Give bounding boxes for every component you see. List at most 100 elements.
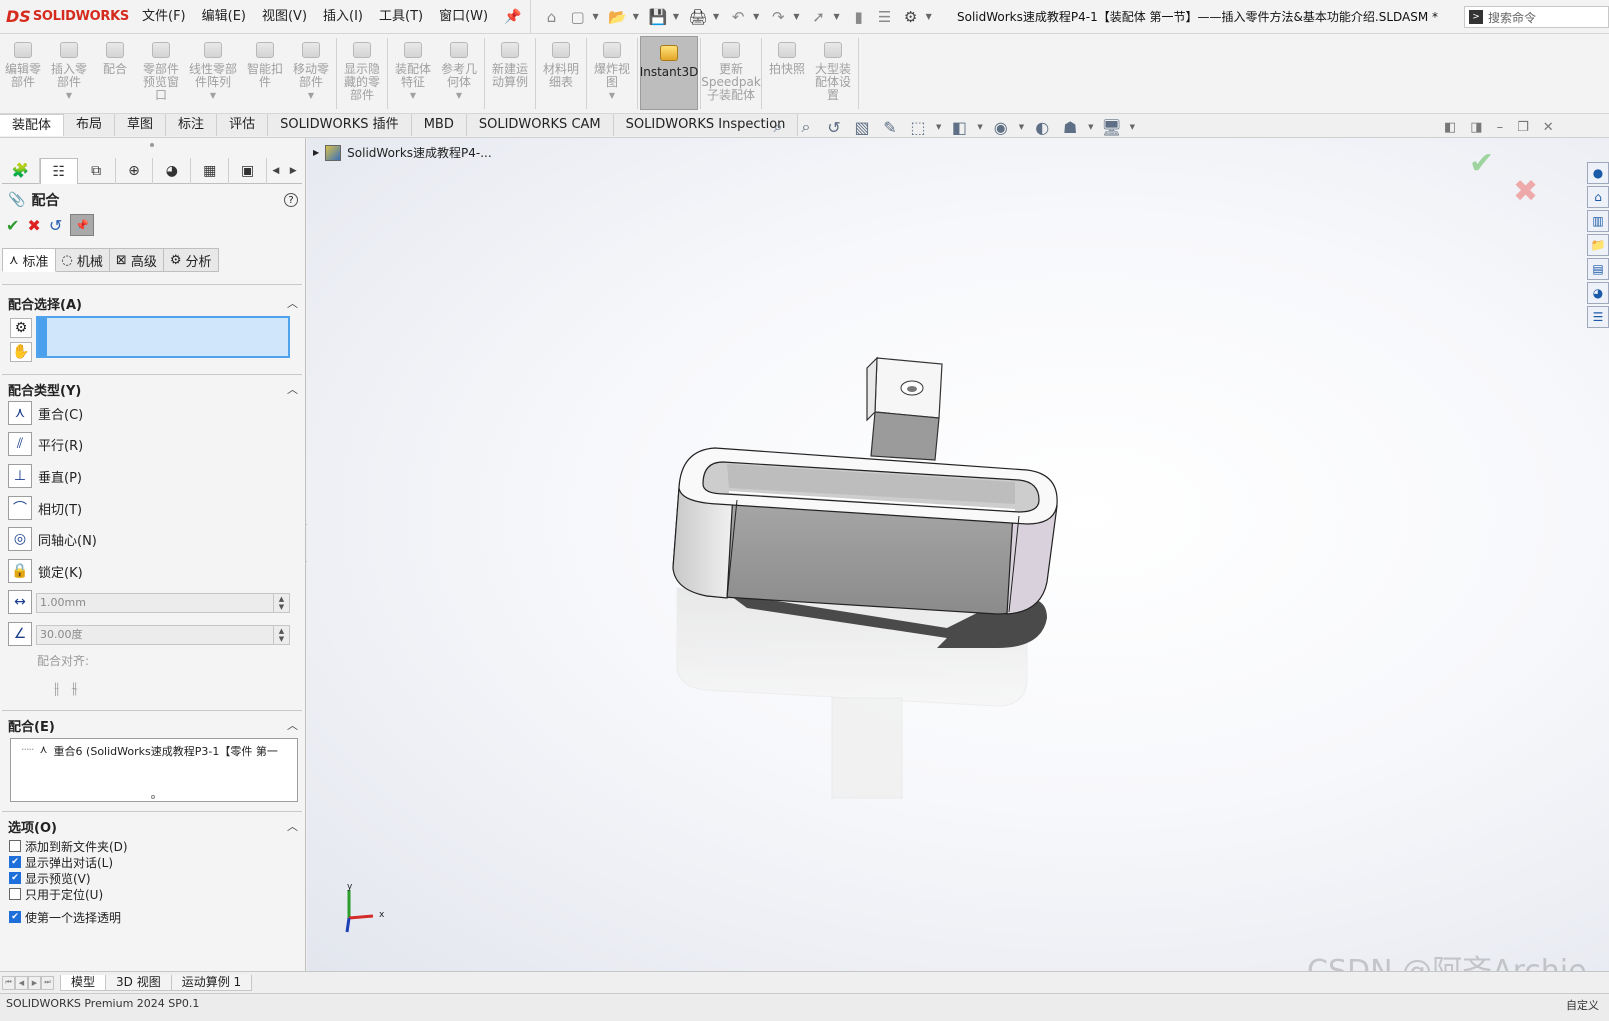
mate-parallel[interactable]: ⫽ 平行(R): [8, 431, 83, 457]
dynamic-annotation-icon[interactable]: ✎: [880, 117, 900, 137]
tab-evaluate[interactable]: 评估: [217, 114, 269, 136]
file-explorer-icon[interactable]: 📁: [1587, 234, 1609, 256]
help-icon[interactable]: ?: [284, 193, 298, 207]
dropdown-icon[interactable]: ▼: [210, 89, 216, 102]
dropdown-icon[interactable]: ▼: [936, 123, 941, 131]
ok-check-icon[interactable]: ✔: [6, 216, 19, 235]
insert-component-button[interactable]: 插入零部件 ▼: [46, 34, 92, 113]
tab-mbd[interactable]: MBD: [411, 114, 467, 136]
cam-operation-tab-icon[interactable]: ▣: [229, 158, 268, 184]
redo-icon[interactable]: ↷: [767, 6, 789, 28]
collapse-caret-icon[interactable]: ︿: [287, 381, 298, 397]
tab-layout[interactable]: 布局: [64, 114, 116, 136]
file-properties-icon[interactable]: ☰: [874, 6, 896, 28]
exploded-view-button[interactable]: 爆炸视图 ▼: [589, 34, 635, 113]
undo-dropdown-icon[interactable]: ▼: [753, 12, 759, 21]
select-icon[interactable]: ➚: [807, 6, 829, 28]
list-resize-grip[interactable]: [151, 795, 155, 799]
save-icon[interactable]: 💾: [647, 6, 669, 28]
restore-icon[interactable]: ❐: [1517, 120, 1529, 135]
tab-assembly[interactable]: 装配体: [0, 114, 65, 136]
property-manager-tab-icon[interactable]: ☷: [39, 158, 78, 184]
section-view-icon[interactable]: ▧: [852, 117, 872, 137]
view-palette-icon[interactable]: ▤: [1587, 258, 1609, 280]
linear-pattern-button[interactable]: 线性零部件阵列 ▼: [184, 34, 242, 113]
tab-addins[interactable]: SOLIDWORKS 插件: [268, 114, 412, 136]
mate-perpendicular[interactable]: ⊥ 垂直(P): [8, 463, 82, 489]
tile-right-icon[interactable]: ◨: [1470, 120, 1482, 135]
zoom-to-fit-icon[interactable]: ⌕: [768, 117, 788, 137]
solidworks-logo[interactable]: DS SOLIDWORKS: [0, 7, 134, 26]
home-icon[interactable]: ⌂: [541, 6, 563, 28]
design-library-icon[interactable]: ▥: [1587, 210, 1609, 232]
menu-view[interactable]: 视图(V): [254, 0, 315, 34]
close-icon[interactable]: ✕: [1543, 120, 1554, 135]
collapse-caret-icon[interactable]: ︿: [287, 717, 298, 733]
dropdown-icon[interactable]: ▼: [977, 123, 982, 131]
large-assembly-settings-button[interactable]: 大型装配体设置: [810, 34, 856, 113]
new-motion-study-button[interactable]: 新建运动算例: [487, 34, 533, 113]
angle-field[interactable]: 30.00度 ▲ ▼: [36, 625, 290, 645]
tile-left-icon[interactable]: ◧: [1444, 120, 1456, 135]
graphics-area[interactable]: ▶ SolidWorks速成教程P4-... ✔ ✖ ● ⌂ ▥ 📁 ▤ ◕ ☰: [307, 138, 1609, 971]
component-preview-button[interactable]: 零部件预览窗口: [138, 34, 184, 113]
print-dropdown-icon[interactable]: ▼: [713, 12, 719, 21]
prev-tab-icon[interactable]: ◀: [15, 975, 28, 990]
option-show-preview[interactable]: ✔ 显示预览(V): [9, 870, 91, 886]
menu-file[interactable]: 文件(F): [134, 0, 194, 34]
list-item[interactable]: ····· ⋏ 重合6 (SolidWorks速成教程P3-1【零件 第一: [21, 743, 293, 759]
model-graphics[interactable]: [667, 328, 1147, 808]
tab-markup[interactable]: 标注: [166, 114, 218, 136]
mate-concentric[interactable]: ◎ 同轴心(N): [8, 526, 97, 552]
edit-appearance-icon[interactable]: ◐: [1032, 117, 1052, 137]
checkbox[interactable]: [9, 840, 21, 852]
menu-window[interactable]: 窗口(W): [431, 0, 496, 34]
menu-edit[interactable]: 编辑(E): [194, 0, 254, 34]
custom-properties-icon[interactable]: ☰: [1587, 306, 1609, 328]
confirm-ok-icon[interactable]: ✔: [1469, 146, 1494, 181]
cam-feature-tab-icon[interactable]: ▦: [191, 158, 230, 184]
expand-arrow-icon[interactable]: ▶: [313, 148, 319, 157]
mates-list[interactable]: ····· ⋏ 重合6 (SolidWorks速成教程P3-1【零件 第一: [10, 738, 298, 802]
undo-mate-icon[interactable]: ↺: [49, 216, 62, 235]
mate-tangent[interactable]: ⌒ 相切(T): [8, 495, 82, 521]
tab-scroll-left-icon[interactable]: ◀: [267, 158, 284, 183]
pin-menu-icon[interactable]: 📌: [504, 9, 521, 25]
tab-cam[interactable]: SOLIDWORKS CAM: [466, 114, 614, 136]
distance-spinner-icon[interactable]: ▲ ▼: [273, 594, 289, 612]
tab-standard[interactable]: ⋏ 标准: [2, 248, 56, 272]
open-dropdown-icon[interactable]: ▼: [633, 12, 639, 21]
bill-of-materials-button[interactable]: 材料明细表: [538, 34, 584, 113]
tab-motion-study[interactable]: 运动算例 1: [170, 974, 253, 991]
menu-tools[interactable]: 工具(T): [371, 0, 431, 34]
aligned-icon[interactable]: ⫲: [54, 678, 59, 698]
keep-visible-pin-icon[interactable]: 📌: [70, 214, 95, 236]
option-add-to-folder[interactable]: 添加到新文件夹(D): [9, 838, 128, 854]
collapse-caret-icon[interactable]: ︿: [287, 818, 298, 834]
angle-icon[interactable]: ∠: [8, 622, 32, 646]
checkbox-checked[interactable]: ✔: [9, 856, 21, 868]
tab-3d-view[interactable]: 3D 视图: [105, 974, 172, 991]
tab-sketch[interactable]: 草图: [115, 114, 167, 136]
feature-tree-tab-icon[interactable]: 🧩: [2, 158, 40, 184]
options-gear-icon[interactable]: ⚙: [900, 6, 922, 28]
view-orientation-icon[interactable]: ⬚: [908, 117, 928, 137]
select-dropdown-icon[interactable]: ▼: [833, 12, 839, 21]
print-icon[interactable]: 🖨: [687, 6, 709, 28]
move-component-button[interactable]: 移动零部件 ▼: [288, 34, 334, 113]
last-tab-icon[interactable]: ⏭: [41, 975, 54, 990]
options-dropdown-icon[interactable]: ▼: [926, 12, 932, 21]
dropdown-icon[interactable]: ▼: [609, 89, 615, 102]
new-dropdown-icon[interactable]: ▼: [593, 12, 599, 21]
redo-dropdown-icon[interactable]: ▼: [793, 12, 799, 21]
panel-grip[interactable]: [150, 143, 154, 147]
checkbox-checked[interactable]: ✔: [9, 911, 21, 923]
tab-model[interactable]: 模型: [60, 974, 107, 991]
appearances-icon[interactable]: ◕: [1587, 282, 1609, 304]
new-document-icon[interactable]: ▢: [567, 6, 589, 28]
assembly-features-button[interactable]: 装配体特征 ▼: [390, 34, 436, 113]
dropdown-icon[interactable]: ▼: [1130, 123, 1135, 131]
rebuild-icon[interactable]: ▮: [848, 6, 870, 28]
reference-geometry-button[interactable]: 参考几何体 ▼: [436, 34, 482, 113]
option-show-popup[interactable]: ✔ 显示弹出对话(L): [9, 854, 113, 870]
